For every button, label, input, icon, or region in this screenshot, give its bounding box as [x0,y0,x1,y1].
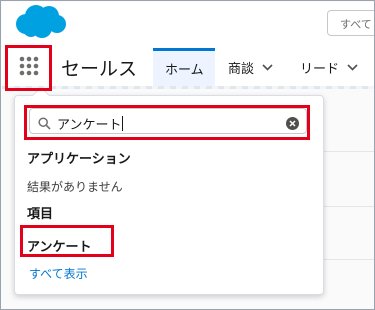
global-header: すべて [2,2,374,44]
tab-home-label: ホーム [165,63,204,78]
items-section-heading: 項目 [27,207,54,222]
apps-empty-message: 結果がありません [27,180,123,194]
panel-caret [32,86,50,104]
launcher-search-input[interactable]: アンケート [29,108,307,134]
background-divider [324,259,374,260]
apps-section-heading: アプリケーション [27,152,131,167]
tab-leads-label: リード [300,61,340,77]
tab-opportunities[interactable]: 商談 [228,48,273,86]
nav-decoration [2,86,374,89]
search-icon [38,115,51,134]
navigation-bar: セールス ホーム 商談 リード [2,44,374,89]
app-name: セールス [61,58,138,80]
waffle-grid-icon [19,56,39,76]
app-launcher-panel: アンケート アプリケーション 結果がありません 項目 アンケート すべて表示 [14,86,324,295]
tab-home[interactable]: ホーム [153,48,215,86]
global-search-input[interactable]: すべて [327,10,374,36]
show-all-link[interactable]: すべて表示 [29,265,88,282]
salesforce-cloud-icon[interactable] [12,4,68,40]
chevron-down-icon[interactable] [262,60,273,75]
background-divider [324,206,374,207]
item-result-survey[interactable]: アンケート [27,236,91,255]
background-divider [324,151,374,152]
screenshot-frame: すべて セールス ホーム 商談 リード アンケート アプリケーション 結果があり… [0,0,375,310]
app-launcher-button[interactable] [9,47,49,85]
tab-leads[interactable]: リード [300,48,358,86]
clear-icon[interactable] [286,115,299,134]
chevron-down-icon[interactable] [347,60,358,75]
launcher-search-value: アンケート [57,116,124,133]
tab-opportunities-label: 商談 [228,61,255,77]
